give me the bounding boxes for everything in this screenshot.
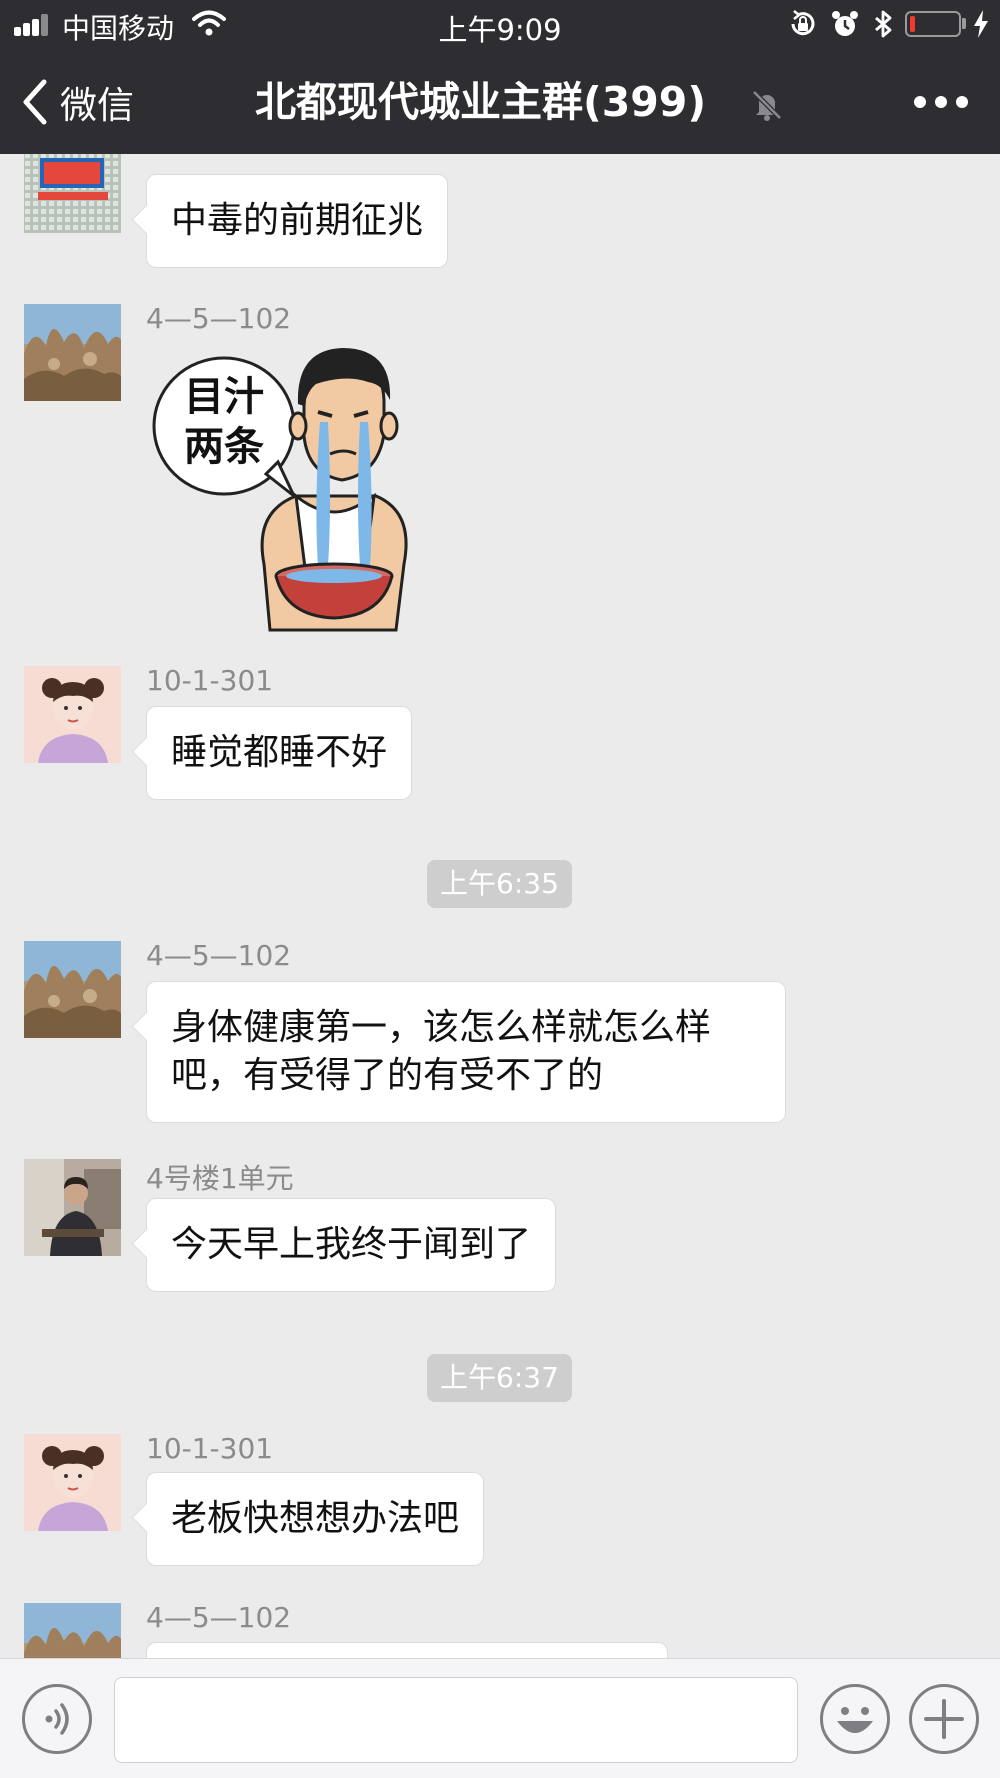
more-button[interactable] [908,82,974,122]
message-text: 睡觉都睡不好 [171,732,388,773]
sticker-text-2: 两条 [184,424,264,470]
input-bar [0,1658,1000,1778]
mute-bell-icon [752,90,782,121]
back-button[interactable]: 微信 [20,72,134,132]
chat-title: 北都现代城业主群(399) [255,78,707,126]
bluetooth-icon [875,10,892,38]
back-label: 微信 [60,84,134,127]
add-icon [924,1699,964,1739]
message-bubble[interactable]: 睡觉都睡不好 [146,706,413,800]
avatar-girl[interactable] [24,1434,121,1531]
message-bubble[interactable]: 身体健康第一，该怎么样就怎么样吧，有受得了的有受不了的 [146,981,786,1123]
sender-name: 4—5—102 [146,1601,292,1634]
more-icon [914,96,926,108]
sender-name: 10-1-301 [146,664,274,697]
avatar-rocks[interactable] [24,304,121,401]
charging-icon [974,10,988,38]
message-bubble[interactable] [146,1642,668,1658]
emoji-button[interactable] [820,1684,890,1754]
message-bubble[interactable]: 今天早上我终于闻到了 [146,1198,557,1292]
sender-name: 4号楼1单元 [146,1162,294,1195]
chat-area[interactable]: 中毒的前期征兆 4—5—102 目汁 两条 10-1-301 睡觉都睡不好 上午… [0,154,1000,1658]
emoji-icon [837,1707,873,1733]
timestamp-pill: 上午6:35 [427,860,572,908]
message-text: 身体健康第一，该怎么样就怎么样吧，有受得了的有受不了的 [171,1007,712,1096]
avatar-girl[interactable] [24,666,121,763]
sticker-text-1: 目汁 [184,374,264,420]
avatar-rocks[interactable] [24,1603,121,1658]
top-bar: 中国移动 上午9:09 微信 北都现代城业主群(399) [0,0,1000,154]
message-bubble[interactable]: 老板快想想办法吧 [146,1472,485,1566]
message-input[interactable] [114,1677,798,1763]
status-bar: 中国移动 上午9:09 [0,0,1000,50]
avatar-man[interactable] [24,1159,121,1256]
battery-icon [905,11,961,37]
alarm-icon [832,11,858,36]
avatar-rocks[interactable] [24,941,121,1038]
timestamp-pill: 上午6:37 [427,1354,572,1402]
message-bubble[interactable]: 中毒的前期征兆 [146,174,449,268]
sender-name: 4—5—102 [146,939,292,972]
orientation-lock-icon [791,10,815,36]
avatar-building[interactable] [24,154,121,233]
message-text: 今天早上我终于闻到了 [171,1224,532,1265]
add-button[interactable] [909,1684,979,1754]
sender-name: 10-1-301 [146,1432,274,1465]
voice-button[interactable] [22,1684,92,1754]
message-text: 中毒的前期征兆 [171,200,424,241]
chevron-left-icon [23,79,47,125]
sender-name: 4—5—102 [146,302,292,335]
message-text: 老板快想想办法吧 [171,1498,460,1539]
sticker-message[interactable]: 目汁 两条 [146,344,442,634]
voice-icon [45,1703,69,1735]
